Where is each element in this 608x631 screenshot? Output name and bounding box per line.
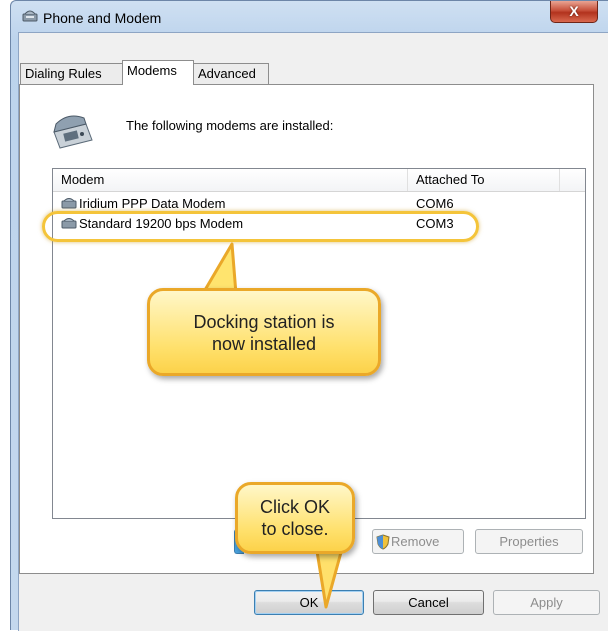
apply-button[interactable]: Apply xyxy=(493,590,600,615)
ok-button[interactable]: OK xyxy=(254,590,364,615)
window-title: Phone and Modem xyxy=(43,10,162,26)
callout-line: Docking station is xyxy=(193,312,335,332)
callout-line: now installed xyxy=(211,334,317,354)
modem-icon xyxy=(21,8,39,27)
tab-modems[interactable]: Modems xyxy=(122,60,194,85)
cancel-button[interactable]: Cancel xyxy=(373,590,484,615)
modems-header-text: The following modems are installed: xyxy=(126,118,334,133)
shield-icon xyxy=(376,534,390,557)
column-header-modem[interactable]: Modem xyxy=(53,169,408,191)
column-header-attached-to[interactable]: Attached To xyxy=(408,169,560,191)
remove-label: Remove xyxy=(391,534,440,549)
telephone-icon xyxy=(48,110,96,153)
list-header: Modem Attached To xyxy=(53,169,585,192)
properties-button[interactable]: Properties xyxy=(475,529,583,554)
close-button[interactable]: X xyxy=(550,1,598,23)
modem-row-highlight xyxy=(42,211,479,242)
remove-button[interactable]: Remove xyxy=(372,529,464,554)
callout-line: Click OK xyxy=(259,497,330,517)
title-bar[interactable]: Phone and Modem X xyxy=(11,1,608,33)
tab-advanced[interactable]: Advanced xyxy=(193,63,269,84)
close-callout: Click OK to close. xyxy=(235,482,355,554)
installed-callout: Docking station is now installed xyxy=(147,288,381,376)
callout-line: to close. xyxy=(261,519,329,539)
tab-dialing-rules[interactable]: Dialing Rules xyxy=(20,63,123,84)
